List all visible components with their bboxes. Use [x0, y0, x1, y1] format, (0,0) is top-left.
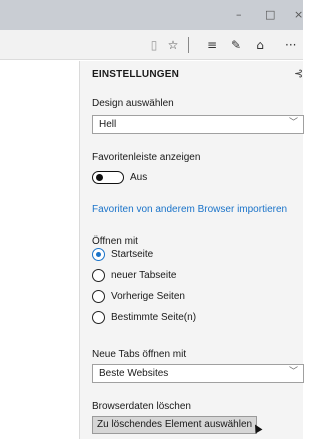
close-button[interactable]: ×	[294, 8, 303, 22]
design-select-value: Hell	[99, 119, 117, 130]
web-note-icon[interactable]: ✎	[229, 38, 243, 52]
favorites-bar-label: Favoritenleiste anzeigen	[92, 152, 201, 163]
star-icon[interactable]: ☆	[166, 38, 180, 52]
radio-label: Vorherige Seiten	[111, 291, 185, 302]
reading-view-icon[interactable]: ▯	[147, 38, 161, 52]
choose-clear-items-button[interactable]: Zu löschendes Element auswählen	[92, 416, 258, 434]
design-select[interactable]: Hell ﹀	[92, 115, 304, 134]
toolbar-separator	[188, 37, 189, 53]
minimize-button[interactable]: –	[236, 8, 242, 22]
toggle-knob	[96, 174, 103, 181]
share-icon[interactable]: ⌂	[253, 38, 267, 52]
radio-button[interactable]	[92, 311, 105, 324]
open-with-label: Öffnen mit	[92, 236, 138, 247]
browser-toolbar: ▯ ☆ ≡ ✎ ⌂ ···	[0, 30, 303, 60]
chevron-down-icon: ﹀	[288, 118, 298, 128]
new-tabs-select[interactable]: Beste Websites ﹀	[92, 364, 304, 383]
design-label: Design auswählen	[92, 98, 174, 109]
radio-label: Startseite	[111, 249, 154, 260]
settings-title: EINSTELLUNGEN	[92, 69, 180, 80]
radio-button[interactable]	[92, 269, 105, 282]
pin-icon[interactable]: ⊰	[294, 67, 303, 80]
chevron-down-icon: ﹀	[288, 367, 298, 377]
page-content	[0, 61, 79, 439]
radio-button[interactable]	[92, 290, 105, 303]
settings-panel: EINSTELLUNGEN ⊰ Design auswählen Hell ﹀ …	[79, 61, 304, 439]
more-icon[interactable]: ···	[285, 38, 303, 52]
hub-icon[interactable]: ≡	[205, 38, 219, 52]
maximize-button[interactable]: □	[265, 8, 275, 22]
radio-label: neuer Tabseite	[111, 270, 177, 281]
radio-button[interactable]	[92, 248, 105, 261]
import-favorites-link[interactable]: Favoriten von anderem Browser importiere…	[92, 204, 287, 215]
clear-data-label: Browserdaten löschen	[92, 401, 191, 412]
title-bar: – □ ×	[0, 0, 303, 30]
radio-label: Bestimmte Seite(n)	[111, 312, 197, 323]
new-tabs-label: Neue Tabs öffnen mit	[92, 349, 187, 360]
favorites-bar-toggle[interactable]	[92, 171, 124, 184]
favorites-bar-state: Aus	[130, 172, 148, 183]
new-tabs-select-value: Beste Websites	[99, 368, 169, 379]
